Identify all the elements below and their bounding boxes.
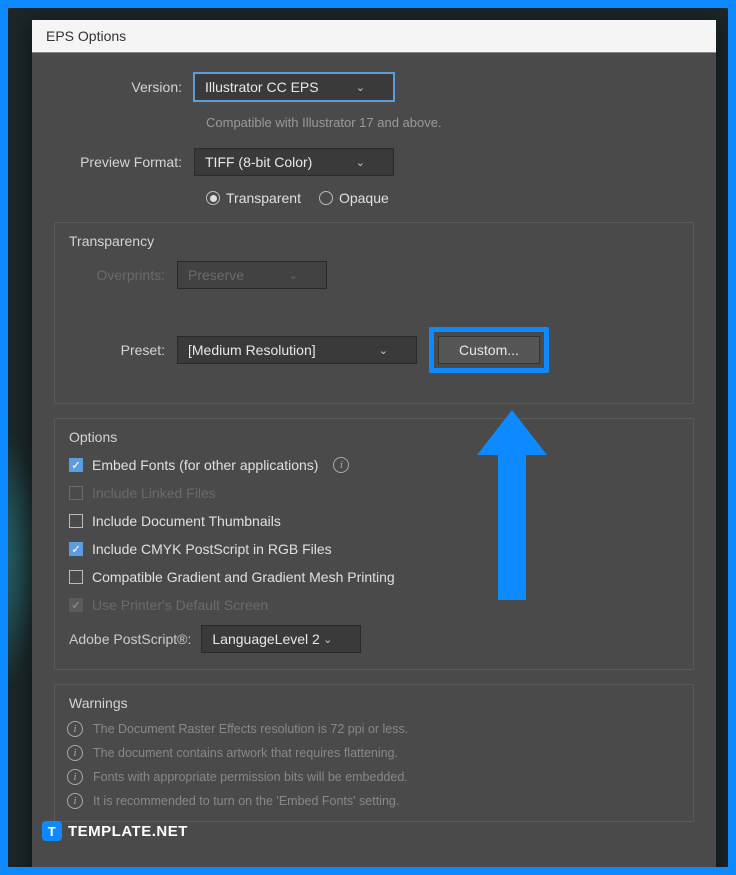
compatible-gradient-checkbox[interactable]: Compatible Gradient and Gradient Mesh Pr… [69,569,679,585]
dialog-content: Version: Illustrator CC EPS ⌄ Compatible… [32,53,716,846]
radio-icon [206,191,220,205]
preview-format-value: TIFF (8-bit Color) [205,154,312,170]
transparency-fieldset: Transparency Overprints: Preserve ⌄ Pres… [54,222,694,404]
printer-default-checkbox: ✓ Use Printer's Default Screen [69,597,679,613]
radio-icon [319,191,333,205]
checkbox-icon [69,486,83,500]
preset-label: Preset: [69,342,177,358]
chevron-down-icon: ⌄ [289,269,298,282]
embed-fonts-checkbox[interactable]: ✓ Embed Fonts (for other applications) i [69,457,679,473]
watermark-logo-icon: T [42,821,62,841]
overprints-row: Overprints: Preserve ⌄ [69,261,679,289]
preview-format-label: Preview Format: [54,154,194,170]
version-hint: Compatible with Illustrator 17 and above… [206,115,694,130]
checkbox-icon [69,570,83,584]
options-fieldset: Options ✓ Embed Fonts (for other applica… [54,418,694,670]
info-icon[interactable]: i [333,457,349,473]
include-linked-checkbox: Include Linked Files [69,485,679,501]
version-label: Version: [54,79,194,95]
watermark: T TEMPLATE.NET [42,821,188,841]
preview-format-dropdown[interactable]: TIFF (8-bit Color) ⌄ [194,148,394,176]
preview-format-row: Preview Format: TIFF (8-bit Color) ⌄ [54,148,694,176]
include-thumbnails-checkbox[interactable]: Include Document Thumbnails [69,513,679,529]
include-thumbnails-label: Include Document Thumbnails [92,513,281,529]
checkbox-icon: ✓ [69,598,83,612]
version-dropdown[interactable]: Illustrator CC EPS ⌄ [194,73,394,101]
radio-transparent[interactable]: Transparent [206,190,301,206]
checkbox-icon: ✓ [69,458,83,472]
postscript-label: Adobe PostScript®: [69,631,191,647]
custom-button[interactable]: Custom... [438,336,540,364]
overprints-dropdown: Preserve ⌄ [177,261,327,289]
custom-highlight: Custom... [429,327,549,373]
preset-dropdown[interactable]: [Medium Resolution] ⌄ [177,336,417,364]
info-icon: i [67,721,83,737]
warning-text: The Document Raster Effects resolution i… [93,722,408,736]
transparency-title: Transparency [55,223,693,255]
dialog-title: EPS Options [32,20,716,53]
info-icon: i [67,745,83,761]
include-linked-label: Include Linked Files [92,485,216,501]
chevron-down-icon: ⌄ [356,156,365,169]
overprints-value: Preserve [188,267,244,283]
include-cmyk-label: Include CMYK PostScript in RGB Files [92,541,332,557]
version-row: Version: Illustrator CC EPS ⌄ [54,73,694,101]
warnings-title: Warnings [55,685,693,717]
options-title: Options [55,419,693,451]
radio-transparent-label: Transparent [226,190,301,206]
embed-fonts-label: Embed Fonts (for other applications) [92,457,318,473]
postscript-row: Adobe PostScript®: LanguageLevel 2 ⌄ [69,625,679,653]
checkbox-icon: ✓ [69,542,83,556]
warning-item: i Fonts with appropriate permission bits… [61,769,687,785]
include-cmyk-checkbox[interactable]: ✓ Include CMYK PostScript in RGB Files [69,541,679,557]
warning-item: i The document contains artwork that req… [61,745,687,761]
watermark-text: TEMPLATE.NET [68,823,188,840]
preset-value: [Medium Resolution] [188,342,316,358]
chevron-down-icon: ⌄ [323,633,332,646]
preset-row: Preset: [Medium Resolution] ⌄ Custom... [69,327,679,373]
warning-text: It is recommended to turn on the 'Embed … [93,794,399,808]
info-icon: i [67,769,83,785]
warning-item: i The Document Raster Effects resolution… [61,721,687,737]
preview-mode-radios: Transparent Opaque [206,190,694,206]
chevron-down-icon: ⌄ [379,344,388,357]
overprints-label: Overprints: [69,267,177,283]
version-value: Illustrator CC EPS [205,79,319,95]
printer-default-label: Use Printer's Default Screen [92,597,268,613]
warning-text: Fonts with appropriate permission bits w… [93,770,408,784]
compatible-gradient-label: Compatible Gradient and Gradient Mesh Pr… [92,569,395,585]
radio-opaque-label: Opaque [339,190,389,206]
chevron-down-icon: ⌄ [356,81,365,94]
info-icon: i [67,793,83,809]
warnings-fieldset: Warnings i The Document Raster Effects r… [54,684,694,822]
postscript-dropdown[interactable]: LanguageLevel 2 ⌄ [201,625,361,653]
checkbox-icon [69,514,83,528]
radio-opaque[interactable]: Opaque [319,190,389,206]
warning-item: i It is recommended to turn on the 'Embe… [61,793,687,809]
postscript-value: LanguageLevel 2 [212,631,319,647]
eps-options-dialog: EPS Options Version: Illustrator CC EPS … [32,20,716,867]
app-background: EPS Options Version: Illustrator CC EPS … [8,8,728,867]
warning-text: The document contains artwork that requi… [93,746,398,760]
